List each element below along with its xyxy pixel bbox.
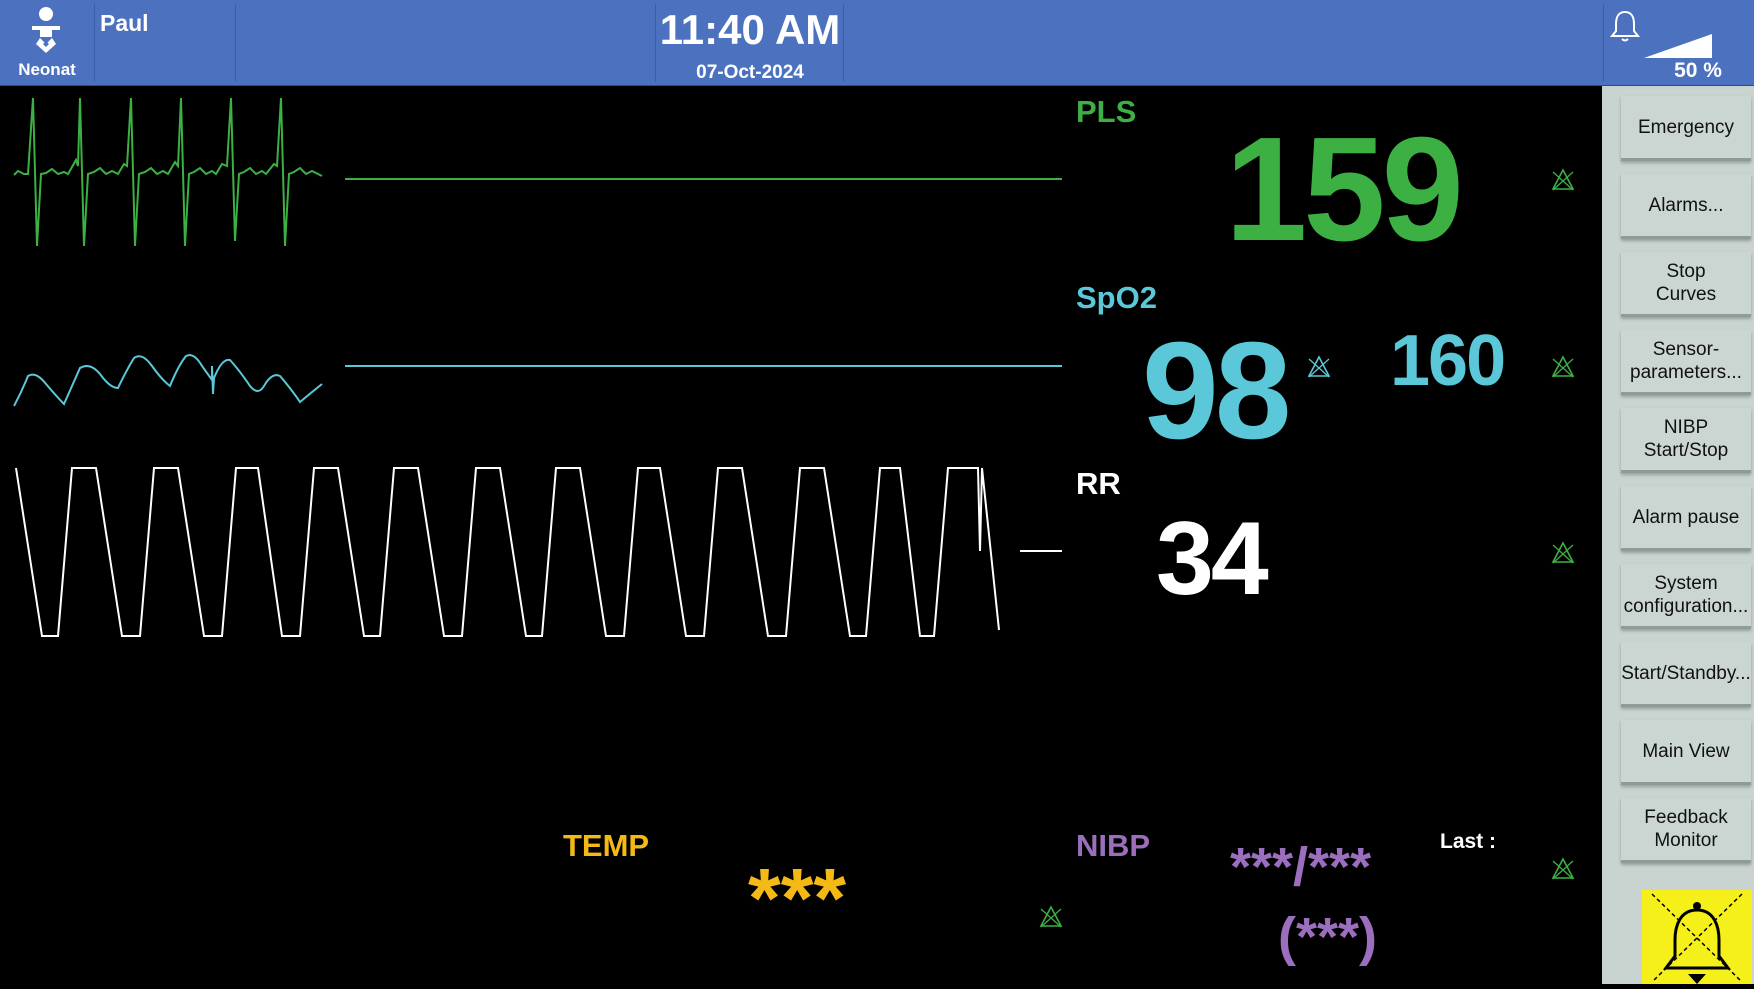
temp-label: TEMP	[563, 828, 650, 863]
spo2-label: SpO2	[1076, 280, 1157, 315]
spo2-value[interactable]: 98	[1142, 312, 1291, 471]
sensor-parameters-button[interactable]: Sensor- parameters...	[1621, 330, 1751, 395]
divider	[94, 4, 95, 82]
alarm-muted-icon[interactable]	[1038, 904, 1064, 930]
resp-waveform	[15, 467, 1000, 637]
spo2-secondary-value[interactable]: 160	[1390, 320, 1506, 402]
pls-label: PLS	[1076, 94, 1137, 129]
battery-percent: 50 %	[1674, 59, 1722, 82]
top-bar: Neonat Paul 11:40 AM 07-Oct-2024 50 %	[0, 0, 1754, 86]
nibp-value[interactable]: ***/***	[1230, 836, 1371, 898]
pls-value[interactable]: 159	[1225, 105, 1464, 275]
start-standby-button[interactable]: Start/Standby...	[1621, 642, 1751, 707]
system-configuration-button[interactable]: System configuration...	[1621, 564, 1751, 629]
alarm-off-icon	[1651, 893, 1743, 984]
patient-type-label: Neonat	[18, 60, 76, 79]
emergency-button[interactable]: Emergency	[1621, 96, 1751, 161]
clock-date: 07-Oct-2024	[696, 62, 804, 83]
temp-value[interactable]: ***	[748, 850, 846, 947]
battery-level-icon	[1644, 34, 1712, 58]
alarm-pause-button[interactable]: Alarm pause	[1621, 486, 1751, 551]
main-view-button[interactable]: Main View	[1621, 720, 1751, 785]
waveform-area	[13, 97, 1062, 637]
alarms-button[interactable]: Alarms...	[1621, 174, 1751, 239]
nibp-last-label: Last :	[1440, 830, 1497, 853]
bell-icon[interactable]	[1607, 8, 1643, 44]
divider	[235, 4, 236, 82]
rr-value[interactable]: 34	[1156, 500, 1269, 619]
divider	[843, 4, 844, 82]
divider	[1603, 4, 1604, 82]
nibp-label: NIBP	[1076, 828, 1151, 863]
stop-curves-button[interactable]: Stop Curves	[1621, 252, 1751, 317]
ecg-waveform	[13, 97, 323, 247]
nibp-mean-value[interactable]: (***)	[1278, 906, 1377, 968]
alarm-muted-icon[interactable]	[1550, 167, 1576, 193]
alarm-muted-icon[interactable]	[1550, 856, 1576, 882]
nibp-start-stop-button[interactable]: NIBP Start/Stop	[1621, 408, 1751, 473]
alarm-off-button[interactable]	[1642, 890, 1752, 984]
pleth-waveform	[13, 354, 323, 407]
clock-time: 11:40 AM	[659, 6, 841, 53]
alarm-muted-icon[interactable]	[1550, 354, 1576, 380]
patient-name[interactable]: Paul	[100, 10, 149, 37]
baby-icon	[32, 7, 60, 53]
rr-label: RR	[1076, 466, 1121, 501]
feedback-monitor-button[interactable]: Feedback Monitor	[1621, 798, 1751, 863]
alarm-muted-icon[interactable]	[1306, 354, 1332, 380]
alarm-muted-icon[interactable]	[1550, 540, 1576, 566]
